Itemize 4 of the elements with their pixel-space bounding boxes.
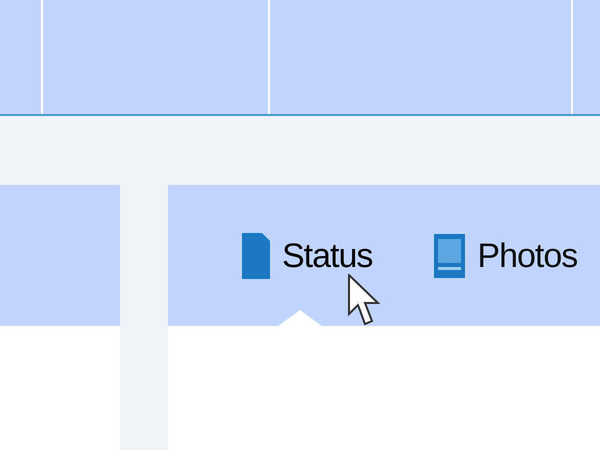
- selection-pointer: [278, 310, 322, 326]
- composer-tab[interactable]: Photos: [434, 185, 578, 326]
- document-icon: [242, 232, 270, 278]
- photo-frame-icon: [434, 234, 466, 278]
